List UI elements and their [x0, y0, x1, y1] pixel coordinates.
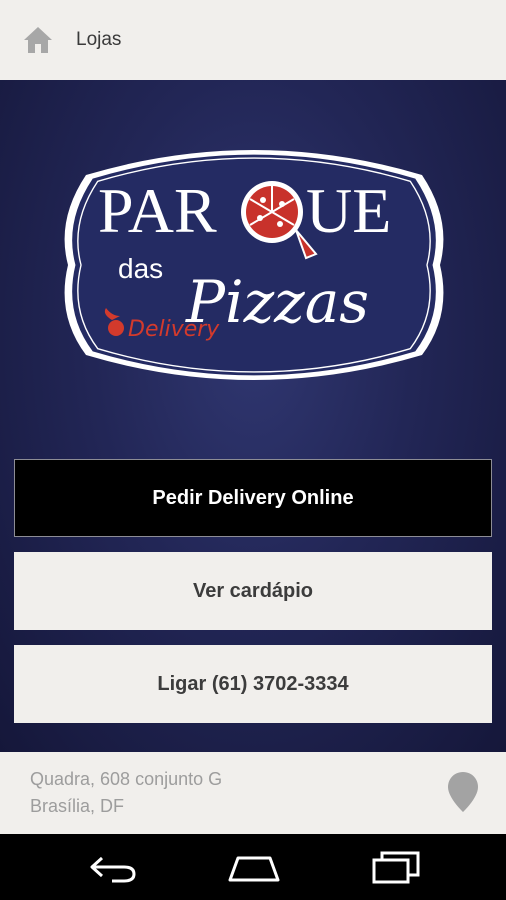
home-nav-icon[interactable] [226, 852, 282, 884]
logo-text-das: das [118, 253, 163, 284]
map-pin-icon[interactable] [446, 770, 480, 814]
home-icon[interactable] [22, 24, 54, 56]
recent-apps-icon[interactable] [370, 850, 422, 884]
logo-text-ue: UE [306, 175, 391, 246]
parque-das-pizzas-logo: PAR UE das Pizzas Delivery [64, 150, 444, 380]
logo-text-par: PAR [98, 175, 217, 246]
order-delivery-online-label: Pedir Delivery Online [152, 486, 354, 509]
address-bar [0, 752, 506, 834]
logo-text-delivery: Delivery [128, 317, 220, 342]
call-store-button[interactable]: Ligar (61) 3702-3334 [14, 645, 492, 723]
top-bar: Lojas [0, 0, 506, 80]
view-menu-button[interactable]: Ver cardápio [14, 552, 492, 630]
back-icon[interactable] [88, 852, 138, 884]
address-line-2: Brasília, DF [30, 796, 125, 816]
call-store-label: Ligar (61) 3702-3334 [157, 672, 349, 695]
order-delivery-online-button[interactable]: Pedir Delivery Online [14, 459, 492, 537]
page-title: Lojas [76, 29, 122, 50]
address-line-1: Quadra, 608 conjunto G [30, 769, 223, 789]
view-menu-label: Ver cardápio [192, 579, 314, 602]
